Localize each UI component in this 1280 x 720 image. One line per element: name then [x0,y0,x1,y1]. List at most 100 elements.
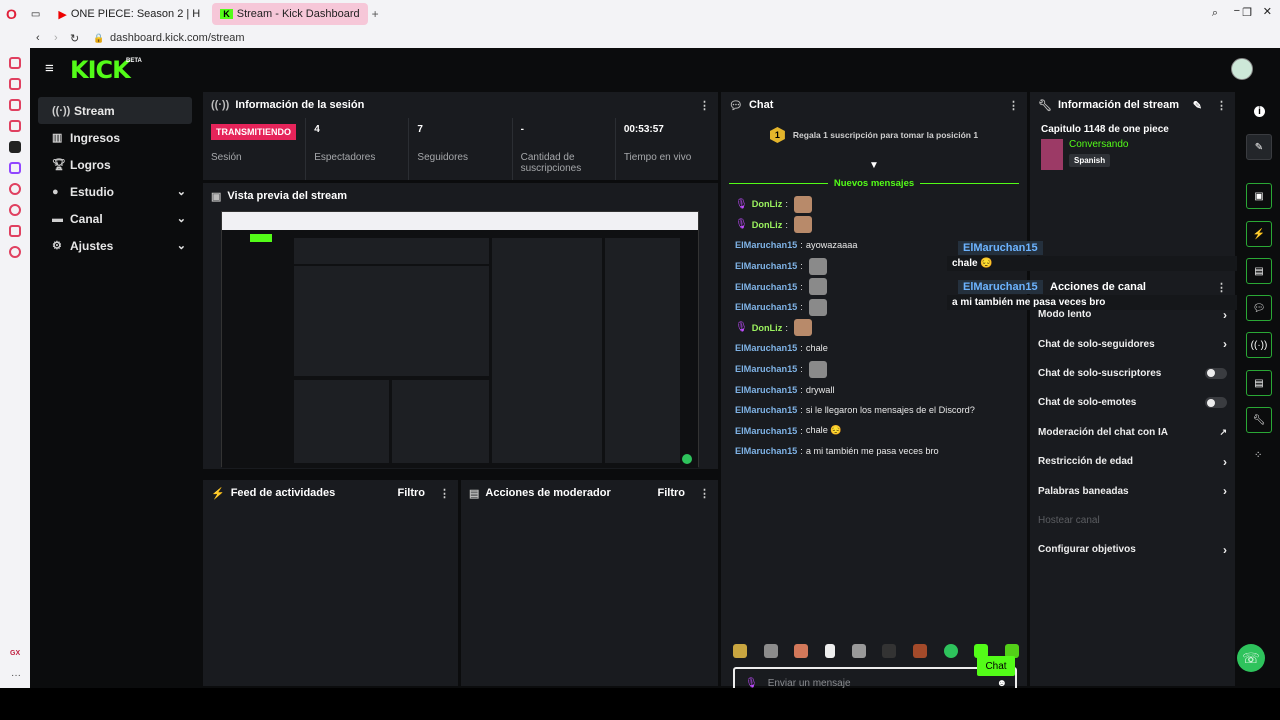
sidebar-item-label: Estudio [70,184,114,199]
tab-kick-dashboard[interactable]: K Stream - Kick Dashboard [212,3,368,25]
sidebar-item-ajustes[interactable]: ⚙ Ajustes ⌄ [38,232,192,259]
channel-action-item[interactable]: Moderación del chat con IA ↗ [1030,418,1235,447]
sidebar-item-stream[interactable]: ((·)) Stream [38,97,192,124]
emote-icon[interactable] [733,644,747,658]
menu-icon[interactable]: ≡ [45,60,54,77]
restore-icon[interactable]: ❐ [1242,6,1252,19]
emoji-icon[interactable]: ☻ [996,678,1007,689]
sidebar-app-icon[interactable] [9,57,21,69]
chat-username[interactable]: ElMaruchan15 [735,282,797,292]
close-icon[interactable]: ✕ [1263,5,1272,18]
channel-action-label: Chat de solo-seguidores [1038,338,1155,350]
search-icon[interactable]: ⌕ [1212,7,1218,20]
back-icon[interactable]: ‹ [36,32,40,44]
add-widget-icon[interactable]: ⁘ [1254,450,1262,461]
info-icon[interactable]: i [1254,106,1265,117]
channel-action-item[interactable]: Chat de solo-emotes [1030,388,1235,417]
help-chat-button[interactable]: ☏ [1237,644,1265,672]
youtube-icon: ▶ [58,8,67,21]
chat-username[interactable]: ElMaruchan15 [735,302,797,312]
channel-action-item[interactable]: Chat de solo-suscriptores [1030,359,1235,388]
sidebar-app-icon[interactable] [9,246,21,258]
chat-username[interactable]: DonLiz [752,323,783,333]
toggle-switch[interactable] [1205,397,1227,409]
sidebar-app-icon[interactable] [9,78,21,90]
broadcast-tool-button[interactable]: ((·)) [1246,332,1272,358]
mic-badge-icon: 🎙︎ [735,198,748,210]
emote-icon[interactable] [882,644,897,658]
filter-button[interactable]: Filtro [398,487,426,499]
more-options-icon[interactable]: ⋮ [1216,99,1227,112]
edit-tool-button[interactable]: ✎ [1246,134,1272,160]
chat-separator: : [800,261,803,272]
chat-message: ElMaruchan15: chale [721,338,1027,359]
chat-tool-button[interactable]: 💬︎ [1246,295,1272,321]
sidebar-app-icon[interactable] [9,183,21,195]
chat-username[interactable]: ElMaruchan15 [735,364,797,374]
more-options-icon[interactable]: ⋮ [439,487,450,500]
emote-icon[interactable] [763,644,778,658]
reload-icon[interactable]: ↻ [70,32,79,45]
sidebar-app-icon[interactable] [9,204,21,216]
toggle-switch[interactable] [1205,367,1227,379]
sidebar-app-icon[interactable] [9,99,21,111]
chat-username[interactable]: ElMaruchan15 [735,405,797,415]
category-name[interactable]: Conversando [1069,139,1128,150]
chat-messages: 🎙︎ DonLiz: 🎙︎ DonLiz: ElMaruchan15: ayowazaaa… [721,194,1027,462]
sidebar-item-estudio[interactable]: ● Estudio ⌄ [38,178,192,205]
chat-username[interactable]: ElMaruchan15 [735,343,797,353]
notes-tool-button[interactable]: ▤ [1246,258,1272,284]
filter-button[interactable]: Filtro [658,487,686,499]
sidebar-app-icon[interactable] [9,225,21,237]
more-icon[interactable]: ··· [11,670,21,681]
opera-icon[interactable]: O [6,6,17,22]
channel-action-item[interactable]: Configurar objetivos › [1030,535,1235,564]
chat-text: drywall [805,384,835,395]
channel-action-item[interactable]: Restricción de edad › [1030,447,1235,476]
chat-username[interactable]: ElMaruchan15 [735,426,797,436]
preview-tool-button[interactable]: ▣ [1246,183,1272,209]
more-options-icon[interactable]: ⋮ [699,99,710,112]
emote-icon[interactable] [824,644,835,658]
new-tab-icon[interactable]: + [372,7,379,21]
forward-icon[interactable]: › [54,32,58,44]
emote-icon[interactable] [794,644,809,658]
activity-tool-button[interactable]: ⚡ [1246,221,1272,247]
more-options-icon[interactable]: ⋮ [699,487,710,500]
sidebar-item-canal[interactable]: ▬ Canal ⌄ [38,205,192,232]
chat-scroll-icon[interactable]: ▼ [721,160,1027,176]
sidebar-app-icon[interactable] [9,120,21,132]
sub-prompt[interactable]: 1 Regala 1 suscripción para tomar la pos… [721,118,1027,152]
chat-username[interactable]: DonLiz [752,220,783,230]
chat-username[interactable]: ElMaruchan15 [735,261,797,271]
channel-action-item[interactable]: Palabras baneadas › [1030,476,1235,505]
chat-username[interactable]: DonLiz [752,199,783,209]
mod-tool-button[interactable]: ▤ [1246,370,1272,396]
kick-logo[interactable]: KICK [70,56,131,84]
url-text[interactable]: dashboard.kick.com/stream [110,32,245,44]
workspace-icon[interactable]: ▭ [31,9,40,20]
gx-label[interactable]: GX [10,650,20,657]
sidebar-item-logros[interactable]: 🏆︎ Logros [38,151,192,178]
more-options-icon[interactable]: ⋮ [1008,99,1019,112]
chat-username[interactable]: ElMaruchan15 [735,446,797,456]
emote-icon[interactable] [912,644,927,658]
chat-username[interactable]: ElMaruchan15 [735,240,797,250]
wrench-tool-button[interactable]: 🔧︎ [1246,407,1272,433]
chat-username[interactable]: ElMaruchan15 [735,385,797,395]
category-thumbnail[interactable] [1041,139,1063,170]
edit-icon[interactable]: ✎ [1193,99,1202,112]
user-avatar[interactable] [1231,58,1253,80]
stream-preview-video[interactable] [221,211,699,468]
tab-one-piece[interactable]: ▶ ONE PIECE: Season 2 | H [50,3,208,25]
mic-icon[interactable]: 🎙︎ [745,678,758,689]
more-options-icon[interactable]: ⋮ [1216,281,1227,294]
sidebar-app-icon[interactable] [9,141,21,153]
emote-icon[interactable] [851,644,866,658]
sidebar-app-icon[interactable] [9,162,21,174]
sidebar-item-ingresos[interactable]: ▥ Ingresos [38,124,192,151]
minimize-icon[interactable]: − [1234,5,1240,17]
channel-action-item[interactable]: Chat de solo-seguidores › [1030,329,1235,358]
chat-send-button[interactable]: Chat [977,656,1015,676]
emote-icon[interactable] [943,644,958,658]
